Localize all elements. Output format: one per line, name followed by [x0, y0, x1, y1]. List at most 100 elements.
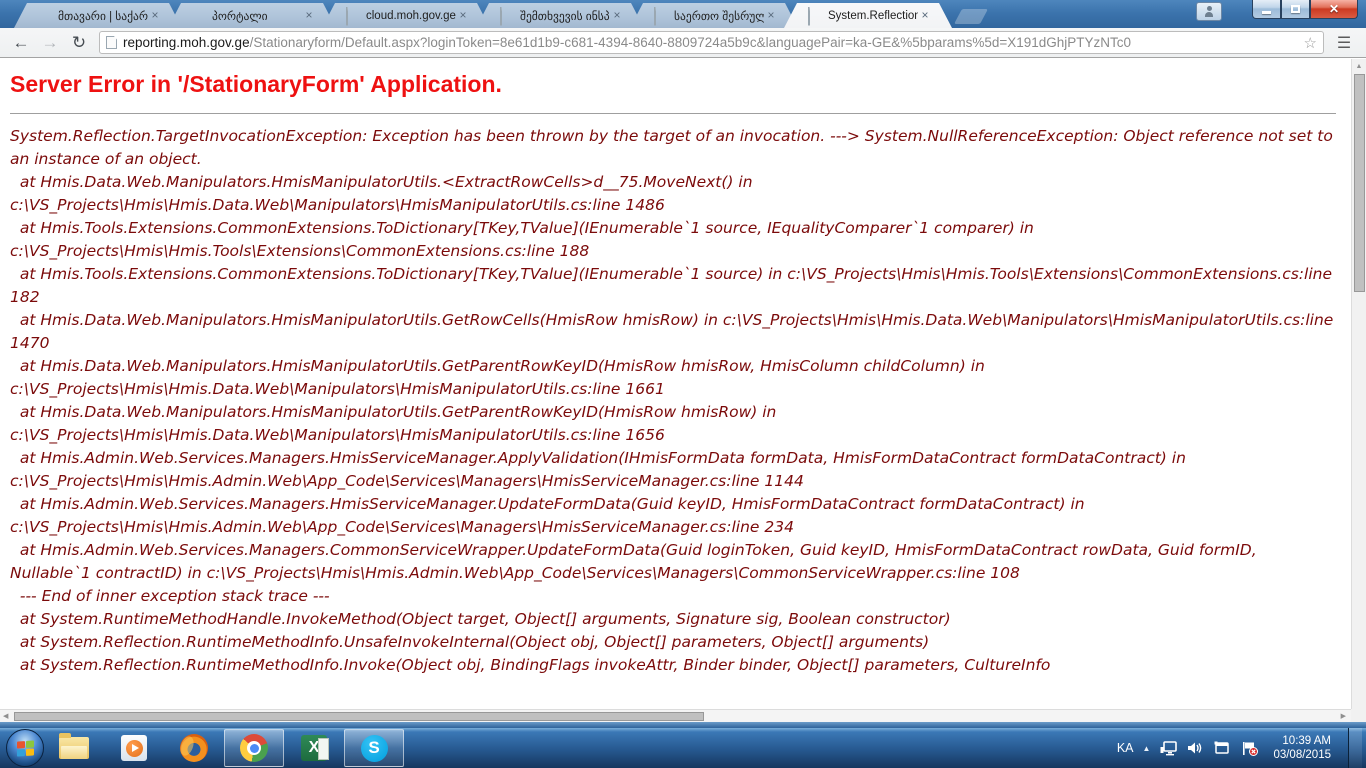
- action-center-flag-icon[interactable]: [1240, 739, 1258, 757]
- url-text: reporting.moh.gov.ge/Stationaryform/Defa…: [123, 35, 1131, 50]
- taskbar-item-chrome-active[interactable]: [224, 729, 284, 767]
- stack-line: --- End of inner exception stack trace -…: [10, 585, 1336, 608]
- error-page: Server Error in '/StationaryForm' Applic…: [0, 59, 1366, 677]
- tab-strip: მთავარი | საქართველოს × პორტალი × cloud.…: [14, 3, 984, 28]
- stack-line: at Hmis.Admin.Web.Services.Managers.Hmis…: [10, 447, 1336, 493]
- media-player-icon: [121, 735, 147, 761]
- tray-clock[interactable]: 10:39 AM 03/08/2015: [1273, 734, 1331, 762]
- tab-close-icon[interactable]: ×: [764, 9, 778, 23]
- reload-button[interactable]: ↻: [66, 31, 92, 55]
- tab-title: მთავარი | საქართველოს: [58, 9, 148, 23]
- volume-icon[interactable]: [1186, 739, 1204, 757]
- tab-close-icon[interactable]: ×: [610, 9, 624, 23]
- stack-line: at Hmis.Data.Web.Manipulators.HmisManipu…: [10, 171, 1336, 217]
- scrollbar-corner: [1351, 709, 1366, 722]
- profile-button[interactable]: [1196, 2, 1222, 21]
- maximize-button[interactable]: [1281, 0, 1310, 19]
- vertical-scroll-thumb[interactable]: [1354, 74, 1365, 292]
- close-button[interactable]: ✕: [1310, 0, 1358, 19]
- taskbar-item-excel[interactable]: X: [284, 728, 344, 768]
- new-tab-button[interactable]: [954, 9, 988, 24]
- chrome-menu-button[interactable]: ☰: [1330, 31, 1358, 55]
- network-icon[interactable]: [1159, 739, 1177, 757]
- clock-time: 10:39 AM: [1273, 734, 1331, 748]
- error-title: Server Error in '/StationaryForm' Applic…: [10, 71, 1336, 98]
- maximize-icon: [1291, 5, 1300, 13]
- forward-button[interactable]: →: [37, 31, 63, 55]
- show-desktop-button[interactable]: [1348, 728, 1362, 768]
- tab-close-icon[interactable]: ×: [148, 9, 162, 23]
- tray-expand-icon[interactable]: ▲: [1143, 744, 1151, 753]
- tab-portali[interactable]: პორტალი ×: [168, 3, 336, 28]
- tab-close-icon[interactable]: ×: [918, 9, 932, 23]
- close-icon: ✕: [1329, 2, 1339, 16]
- stack-line: System.Reflection.TargetInvocationExcept…: [10, 125, 1336, 171]
- tab-title: პორტალი: [212, 9, 302, 23]
- taskbar-item-firefox[interactable]: [164, 728, 224, 768]
- stack-trace: System.Reflection.TargetInvocationExcept…: [10, 125, 1336, 677]
- tab-close-icon[interactable]: ×: [302, 9, 316, 23]
- taskbar-item-skype[interactable]: S: [344, 729, 404, 767]
- stack-line: at Hmis.Data.Web.Manipulators.HmisManipu…: [10, 355, 1336, 401]
- health-shield-icon: [36, 8, 52, 24]
- url-path: /Stationaryform/Default.aspx?loginToken=…: [250, 35, 1131, 50]
- scroll-up-icon[interactable]: ▲: [1352, 59, 1366, 70]
- firefox-icon: [180, 734, 208, 762]
- excel-icon: X: [301, 735, 327, 761]
- tab-title: საერთო შესრულებების ს: [674, 9, 764, 23]
- stack-line: at Hmis.Data.Web.Manipulators.HmisManipu…: [10, 401, 1336, 447]
- skype-icon: S: [361, 735, 388, 762]
- page-icon: [806, 8, 822, 24]
- page-viewport: Server Error in '/StationaryForm' Applic…: [0, 59, 1366, 722]
- back-button[interactable]: ←: [8, 31, 34, 55]
- language-indicator[interactable]: KA: [1117, 741, 1134, 755]
- vertical-scrollbar[interactable]: ▲: [1351, 59, 1366, 709]
- taskbar-item-explorer[interactable]: [44, 728, 104, 768]
- explorer-folder-icon: [59, 737, 89, 759]
- horizontal-scrollbar[interactable]: ◀ ▶: [0, 709, 1351, 722]
- georgia-crest-icon: [190, 8, 206, 24]
- chrome-icon: [240, 734, 268, 762]
- stack-line: at Hmis.Admin.Web.Services.Managers.Hmis…: [10, 493, 1336, 539]
- tab-error-page-active[interactable]: System.Reflection.TargetIn ×: [784, 3, 952, 28]
- page-icon: [106, 36, 117, 49]
- scroll-right-icon[interactable]: ▶: [1341, 712, 1346, 720]
- tab-title: შემთხვევის ინსპექტირე: [520, 9, 610, 23]
- url-domain: reporting.moh.gov.ge: [123, 35, 250, 50]
- stack-line: at System.RuntimeMethodHandle.InvokeMeth…: [10, 608, 1336, 631]
- desktop-screen: მთავარი | საქართველოს × პორტალი × cloud.…: [0, 0, 1366, 768]
- app-window-tray-icon[interactable]: [1213, 739, 1231, 757]
- tab-mtavari[interactable]: მთავარი | საქართველოს ×: [14, 3, 182, 28]
- stack-line: at System.Reflection.RuntimeMethodInfo.U…: [10, 631, 1336, 654]
- scroll-left-icon[interactable]: ◀: [3, 712, 8, 720]
- bookmark-star-icon[interactable]: ☆: [1304, 34, 1317, 52]
- clock-date: 03/08/2015: [1273, 748, 1331, 762]
- page-icon: [498, 8, 514, 24]
- stack-line: at System.Reflection.RuntimeMethodInfo.I…: [10, 654, 1336, 677]
- stack-line: at Hmis.Data.Web.Manipulators.HmisManipu…: [10, 309, 1336, 355]
- stack-line: at Hmis.Admin.Web.Services.Managers.Comm…: [10, 539, 1336, 585]
- page-icon: [652, 8, 668, 24]
- taskbar-item-media-player[interactable]: [104, 728, 164, 768]
- omnibox[interactable]: reporting.moh.gov.ge/Stationaryform/Defa…: [99, 31, 1324, 54]
- minimize-button[interactable]: [1252, 0, 1281, 19]
- tab-saerto[interactable]: საერთო შესრულებების ს ×: [630, 3, 798, 28]
- tab-close-icon[interactable]: ×: [456, 9, 470, 23]
- browser-toolbar: ← → ↻ reporting.moh.gov.ge/Stationaryfor…: [0, 28, 1366, 58]
- tab-shemtxvevis[interactable]: შემთხვევის ინსპექტირე ×: [476, 3, 644, 28]
- tab-title: cloud.moh.gov.ge/Pages/: [366, 10, 456, 22]
- start-button[interactable]: [6, 729, 44, 767]
- stack-line: at Hmis.Tools.Extensions.CommonExtension…: [10, 217, 1336, 263]
- tab-cloud-moh[interactable]: cloud.moh.gov.ge/Pages/ ×: [322, 3, 490, 28]
- divider: [10, 113, 1336, 114]
- minimize-icon: [1262, 11, 1271, 14]
- stack-line: at Hmis.Tools.Extensions.CommonExtension…: [10, 263, 1336, 309]
- window-controls: ✕: [1252, 0, 1358, 19]
- system-tray: KA ▲ 10:39 AM 03/08/2015: [1117, 728, 1366, 768]
- taskbar: X S KA ▲ 10:39 AM 03/08/2015: [0, 728, 1366, 768]
- tab-title: System.Reflection.TargetIn: [828, 10, 918, 22]
- page-icon: [344, 8, 360, 24]
- profile-avatar-icon: [1205, 12, 1213, 17]
- windows-logo-icon: [17, 740, 34, 756]
- horizontal-scroll-thumb[interactable]: [14, 712, 704, 721]
